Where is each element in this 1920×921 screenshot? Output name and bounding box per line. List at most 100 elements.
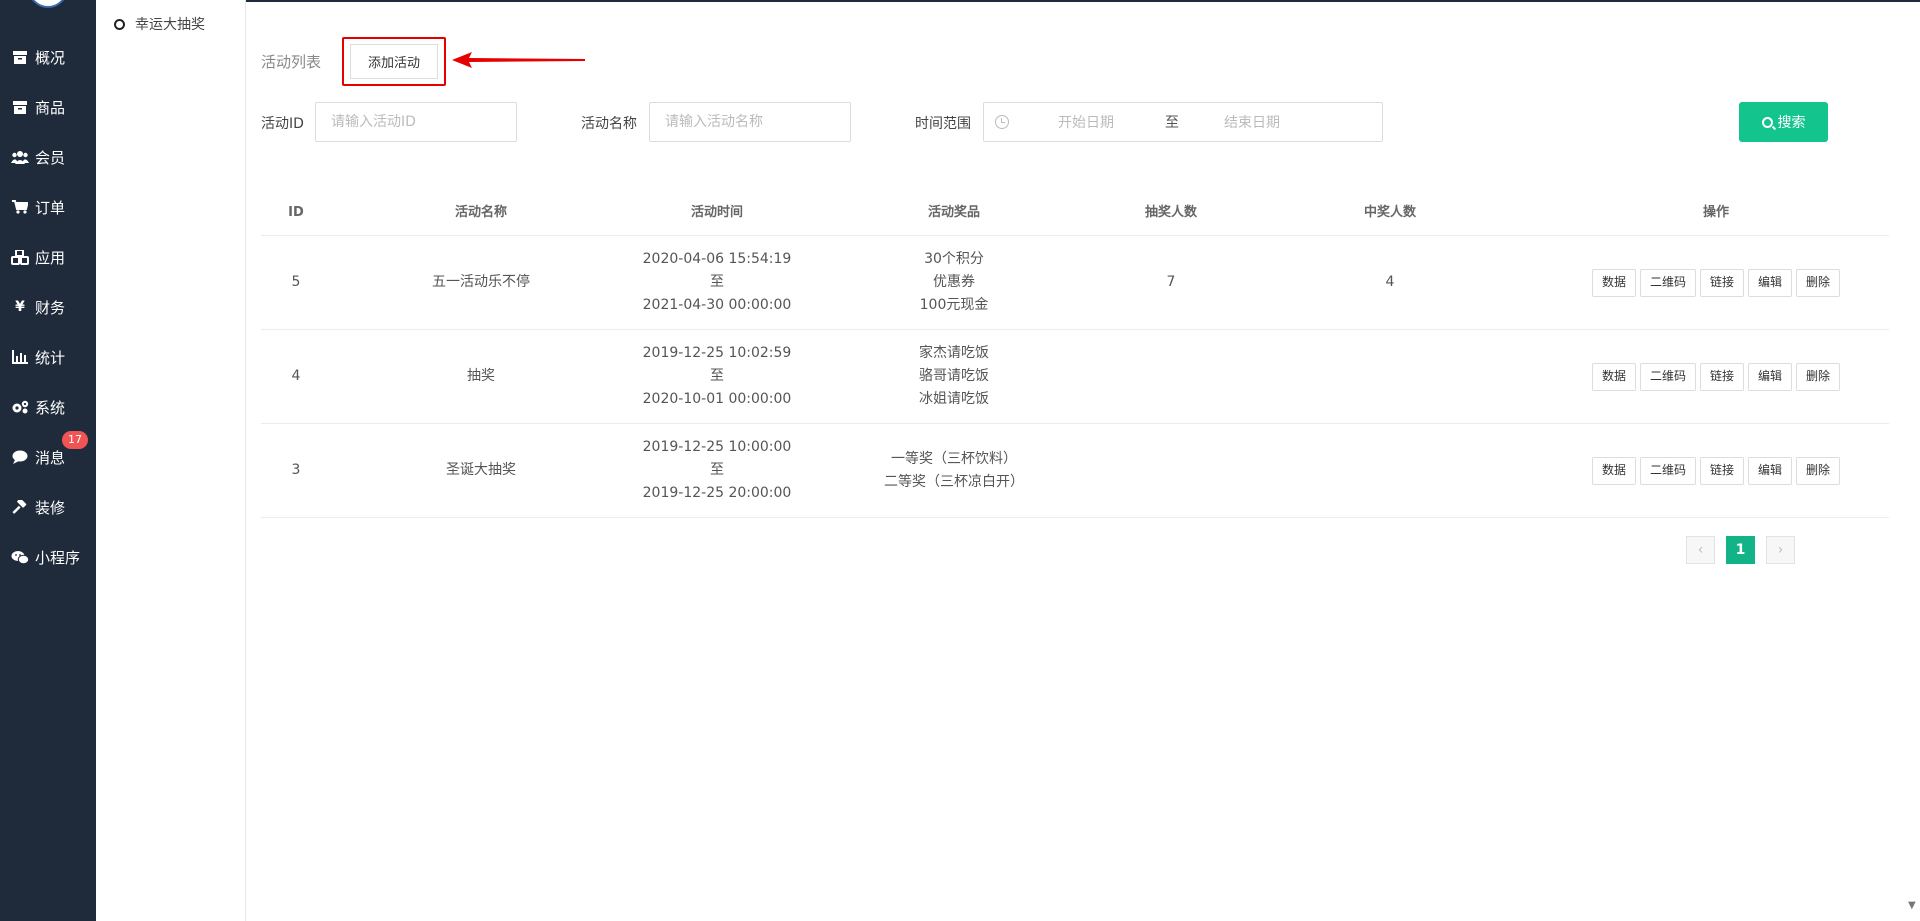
cell-draw-count: 7 [1166,274,1176,290]
archive-icon [11,99,29,115]
activity-id-input[interactable] [315,102,517,142]
edit-button[interactable]: 编辑 [1748,456,1793,485]
nav-label: 财务 [35,298,66,317]
nav-item-overview[interactable]: 概况 [0,32,96,82]
nav-label: 概况 [35,48,66,67]
range-separator: 至 [1165,115,1179,131]
subnav-label: 幸运大抽奖 [135,17,205,33]
data-button[interactable]: 数据 [1591,268,1636,297]
cell-name: 圣诞大抽奖 [446,462,516,478]
cell-prizes: 家杰请吃饭 骆哥请吃饭 冰姐请吃饭 [803,342,1105,411]
qrcode-button[interactable]: 二维码 [1639,362,1696,391]
delete-button[interactable]: 删除 [1796,456,1841,485]
link-button[interactable]: 链接 [1699,362,1744,391]
id-filter-label: 活动ID [261,116,304,132]
cell-id: 4 [291,368,301,384]
header-actions: 操作 [1702,205,1729,220]
cell-actions: 数据 二维码 链接 编辑 删除 [1543,362,1889,391]
data-button[interactable]: 数据 [1591,362,1636,391]
subnav-item-lucky-draw[interactable]: 幸运大抽奖 [114,14,205,34]
cell-id: 3 [291,462,301,478]
nav-item-decoration[interactable]: 装修 [0,482,96,532]
table-row: 5 五一活动乐不停 2020-04-06 15:54:19 至 2021-04-… [261,236,1889,330]
time-start: 2020-04-06 15:54:19 [642,251,792,267]
name-filter-label: 活动名称 [581,116,637,132]
search-icon [1761,116,1773,128]
prize-item: 家杰请吃饭 [919,345,989,361]
time-sep: 至 [710,462,724,478]
search-button-label: 搜索 [1777,115,1806,131]
nav-label: 小程序 [35,548,81,567]
link-button[interactable]: 链接 [1699,268,1744,297]
activity-table: ID 活动名称 活动时间 活动奖品 抽奖人数 中奖人数 操作 5 五一活动乐不停… [261,190,1889,518]
cell-prizes: 一等奖（三杯饮料） 二等奖（三杯凉白开） [803,448,1105,494]
header-id: ID [288,205,304,220]
delete-button[interactable]: 删除 [1796,362,1841,391]
next-page-button[interactable]: › [1766,536,1795,564]
prize-item: 冰姐请吃饭 [919,391,989,407]
qrcode-button[interactable]: 二维码 [1639,456,1696,485]
data-button[interactable]: 数据 [1591,456,1636,485]
prize-item: 一等奖（三杯饮料） [891,450,1017,467]
nav-item-orders[interactable]: 订单 [0,182,96,232]
nav-item-system[interactable]: 系统 [0,382,96,432]
wechat-icon [11,549,29,565]
cubes-icon [11,249,29,265]
nav-label: 消息 [35,448,66,467]
activity-name-input[interactable] [649,102,851,142]
cell-win-count: 4 [1385,274,1395,290]
time-sep: 至 [710,274,724,290]
edit-button[interactable]: 编辑 [1748,362,1793,391]
cell-id: 5 [291,274,301,290]
cart-icon [11,199,29,215]
header-name: 活动名称 [454,205,507,220]
gavel-icon [11,499,29,515]
start-date-field[interactable]: 开始日期 [1058,112,1114,132]
time-end: 2019-12-25 20:00:00 [642,485,792,501]
nav-item-goods[interactable]: 商品 [0,82,96,132]
cell-time: 2020-04-06 15:54:19 至 2021-04-30 00:00:0… [631,248,803,317]
gears-icon [11,399,29,415]
bar-chart-icon [11,349,29,365]
add-activity-button[interactable]: 添加活动 [350,44,438,79]
date-range-picker[interactable]: 开始日期 至 结束日期 [983,102,1383,142]
prize-item: 二等奖（三杯凉白开） [884,473,1024,490]
cell-name: 抽奖 [467,368,495,384]
link-button[interactable]: 链接 [1699,456,1744,485]
main-content: 活动列表 添加活动 活动ID 活动名称 时间范围 开始日期 至 结束日期 搜索 … [247,0,1920,921]
nav-item-miniprogram[interactable]: 小程序 [0,532,96,582]
page-1-button[interactable]: 1 [1726,536,1755,564]
prize-item: 100元现金 [919,297,989,313]
table-header: ID 活动名称 活动时间 活动奖品 抽奖人数 中奖人数 操作 [261,190,1889,236]
logo [28,0,68,8]
header-time: 活动时间 [690,205,743,220]
time-start: 2019-12-25 10:02:59 [642,345,792,361]
nav-item-members[interactable]: 会员 [0,132,96,182]
header-win-count: 中奖人数 [1363,205,1416,220]
time-end: 2020-10-01 00:00:00 [642,391,792,407]
page-title: 活动列表 [261,53,322,71]
nav-item-finance[interactable]: ¥ 财务 [0,282,96,332]
prize-item: 30个积分 [924,251,984,267]
yen-icon: ¥ [15,299,25,315]
edit-button[interactable]: 编辑 [1748,268,1793,297]
cell-time: 2019-12-25 10:02:59 至 2020-10-01 00:00:0… [631,342,803,411]
prize-item: 优惠券 [933,274,975,290]
cell-actions: 数据 二维码 链接 编辑 删除 [1543,268,1889,297]
main-sidebar: 概况 商品 会员 订单 应用 ¥ 财务 统计 系统 消息 17 装修 小程序 [0,0,96,921]
search-button[interactable]: 搜索 [1739,102,1828,142]
end-date-field[interactable]: 结束日期 [1224,112,1280,132]
nav-item-stats[interactable]: 统计 [0,332,96,382]
range-filter-label: 时间范围 [915,116,971,132]
pagination: ‹ 1 › [1686,536,1795,564]
qrcode-button[interactable]: 二维码 [1639,268,1696,297]
nav-label: 系统 [35,398,66,417]
delete-button[interactable]: 删除 [1796,268,1841,297]
prev-page-button[interactable]: ‹ [1686,536,1715,564]
scroll-down-icon[interactable]: ▼ [1908,900,1916,911]
secondary-sidebar: 幸运大抽奖 [96,0,246,921]
archive-icon [11,49,29,65]
time-end: 2021-04-30 00:00:00 [642,297,792,313]
annotation-arrow [452,52,585,68]
nav-item-apps[interactable]: 应用 [0,232,96,282]
